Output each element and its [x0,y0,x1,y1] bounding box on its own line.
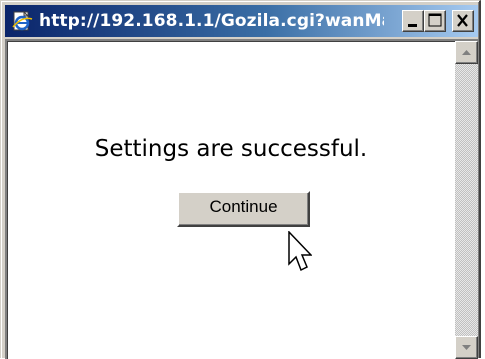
title-bar[interactable]: http://192.168.1.1/Gozila.cgi?wanMa... [5,5,478,37]
minimize-button[interactable] [402,10,424,32]
window-title: http://192.168.1.1/Gozila.cgi?wanMa... [39,11,384,31]
page-content: Settings are successful. Continue [5,39,478,359]
close-icon [457,14,468,27]
scroll-down-arrow-icon [462,345,471,350]
close-button[interactable] [452,10,474,32]
minimize-icon [408,24,417,27]
ie-page-icon [12,10,33,31]
vertical-scrollbar[interactable] [455,41,478,359]
popup-window: http://192.168.1.1/Gozila.cgi?wanMa... S… [0,0,481,359]
scroll-up-arrow-icon [462,50,471,55]
success-message: Settings are successful. [94,136,368,162]
continue-button[interactable]: Continue [177,191,310,227]
maximize-icon [428,13,442,27]
maximize-button[interactable] [424,10,446,32]
scroll-up-button[interactable] [455,41,478,64]
mouse-pointer-icon [288,231,312,272]
scroll-down-button[interactable] [455,336,478,359]
